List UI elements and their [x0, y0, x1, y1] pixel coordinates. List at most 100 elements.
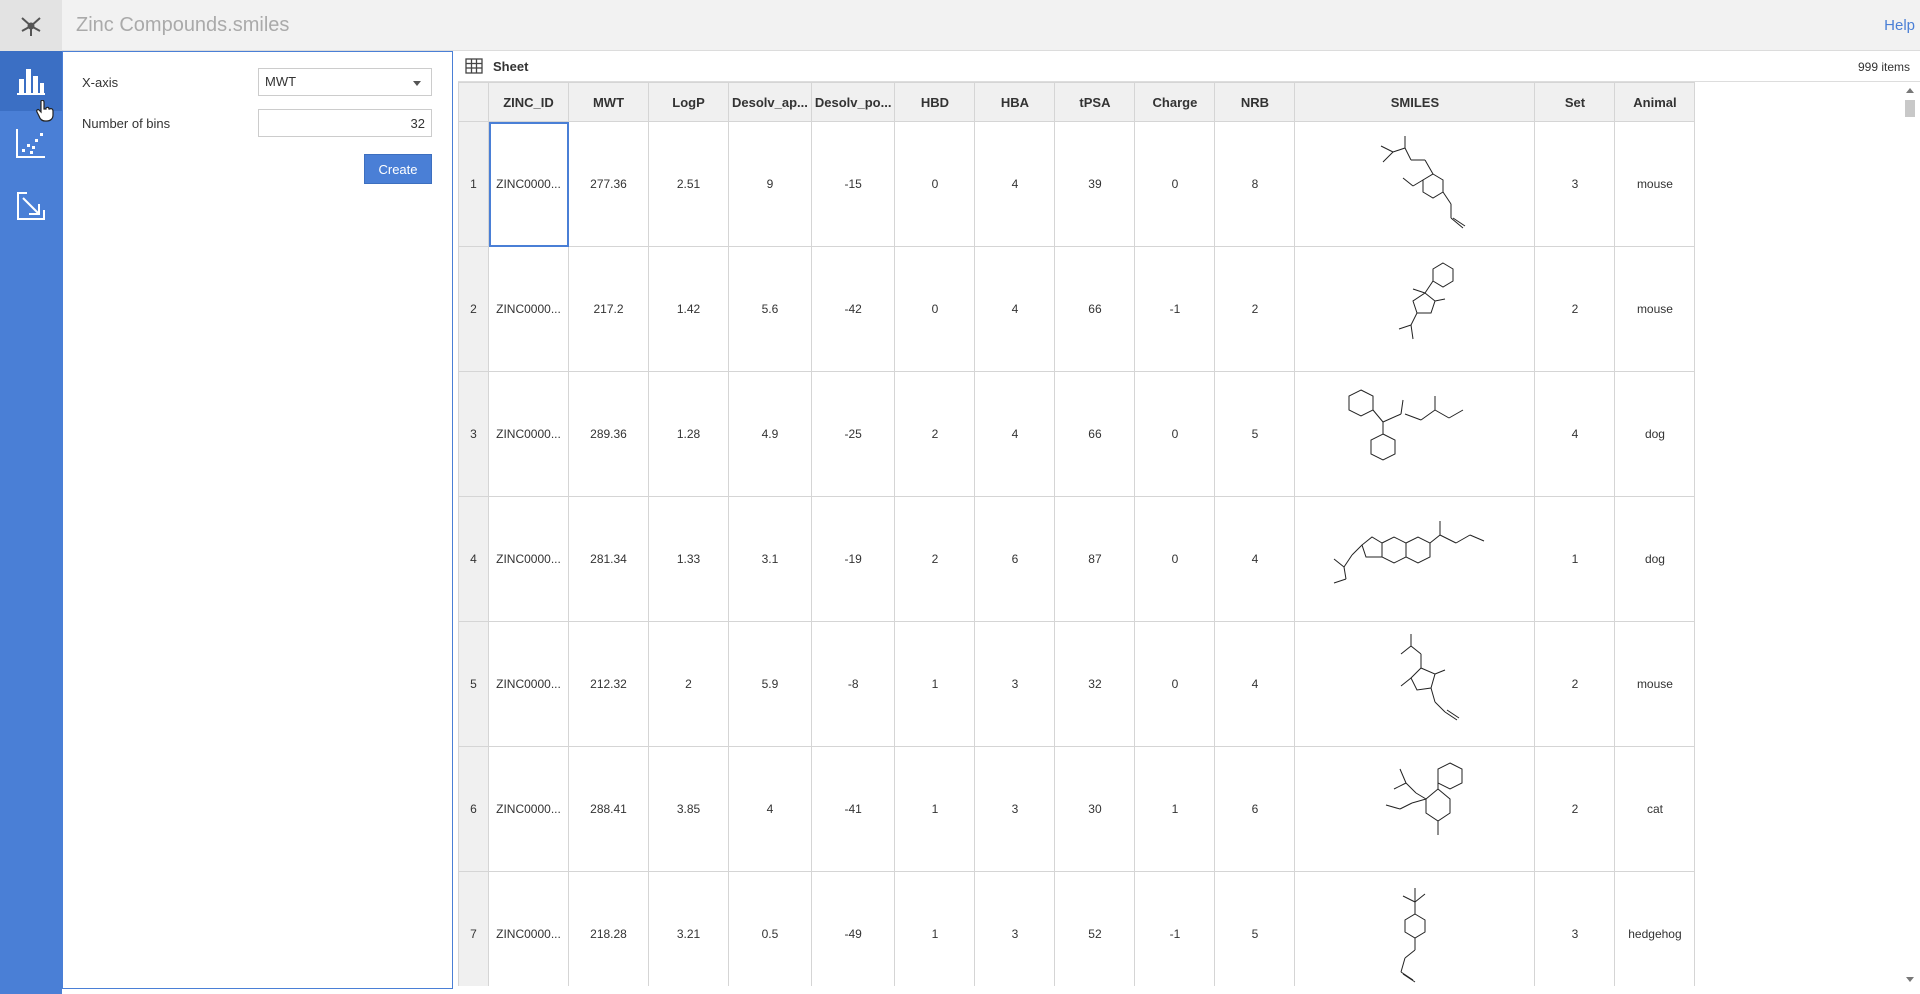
cell-desolv-ap[interactable]: 5.6 [728, 246, 812, 372]
cell-smiles-structure[interactable] [1294, 746, 1536, 872]
cell-hba[interactable]: 3 [974, 746, 1056, 872]
cell-hba[interactable]: 4 [974, 121, 1056, 247]
cell-smiles-structure[interactable] [1294, 121, 1536, 247]
cell-charge[interactable]: 0 [1134, 371, 1216, 497]
cell-zinc-id[interactable]: ZINC0000... [488, 246, 569, 372]
cell-smiles-structure[interactable] [1294, 496, 1536, 622]
column-header-desolv-ap[interactable]: Desolv_ap... [728, 82, 812, 122]
cell-animal[interactable]: hedgehog [1614, 871, 1696, 986]
cell-logp[interactable]: 1.33 [648, 496, 729, 622]
column-header-hba[interactable]: HBA [974, 82, 1056, 122]
cell-logp[interactable]: 1.28 [648, 371, 729, 497]
cell-desolv-po[interactable]: -41 [810, 746, 896, 872]
cell-desolv-po[interactable]: -15 [810, 121, 896, 247]
cell-hbd[interactable]: 0 [894, 121, 976, 247]
column-header-logp[interactable]: LogP [648, 82, 729, 122]
cell-nrb[interactable]: 5 [1214, 371, 1296, 497]
cell-zinc-id[interactable]: ZINC0000... [488, 371, 569, 497]
cell-zinc-id[interactable]: ZINC0000... [488, 496, 569, 622]
cell-charge[interactable]: -1 [1134, 246, 1216, 372]
cell-set[interactable]: 3 [1534, 121, 1616, 247]
cell-desolv-ap[interactable]: 4.9 [728, 371, 812, 497]
cell-tpsa[interactable]: 66 [1054, 371, 1136, 497]
row-number[interactable]: 5 [458, 621, 489, 747]
column-header-charge[interactable]: Charge [1134, 82, 1216, 122]
column-header-hbd[interactable]: HBD [894, 82, 976, 122]
corner-cell[interactable] [458, 82, 489, 122]
cell-zinc-id[interactable]: ZINC0000... [488, 746, 569, 872]
cell-hbd[interactable]: 1 [894, 871, 976, 986]
scatter-plot-button[interactable] [0, 113, 62, 173]
cell-mwt[interactable]: 281.34 [568, 496, 649, 622]
column-header-animal[interactable]: Animal [1614, 82, 1696, 122]
export-button[interactable] [0, 176, 62, 236]
cell-nrb[interactable]: 5 [1214, 871, 1296, 986]
data-grid[interactable]: ZINC_ID MWT LogP Desolv_ap... Desolv_po.… [458, 82, 1900, 986]
xaxis-select[interactable]: MWT [258, 68, 432, 96]
cell-logp[interactable]: 2 [648, 621, 729, 747]
cell-hbd[interactable]: 1 [894, 621, 976, 747]
cell-desolv-po[interactable]: -42 [810, 246, 896, 372]
cell-smiles-structure[interactable] [1294, 621, 1536, 747]
cell-desolv-po[interactable]: -8 [810, 621, 896, 747]
vertical-scrollbar[interactable] [1900, 82, 1920, 986]
cell-hba[interactable]: 6 [974, 496, 1056, 622]
cell-smiles-structure[interactable] [1294, 246, 1536, 372]
column-header-smiles[interactable]: SMILES [1294, 82, 1536, 122]
help-link[interactable]: Help [1884, 17, 1915, 34]
cell-charge[interactable]: 0 [1134, 621, 1216, 747]
cell-tpsa[interactable]: 66 [1054, 246, 1136, 372]
cell-desolv-ap[interactable]: 5.9 [728, 621, 812, 747]
cell-mwt[interactable]: 218.28 [568, 871, 649, 986]
cell-animal[interactable]: dog [1614, 496, 1696, 622]
cell-mwt[interactable]: 288.41 [568, 746, 649, 872]
row-number[interactable]: 4 [458, 496, 489, 622]
row-number[interactable]: 6 [458, 746, 489, 872]
cell-desolv-ap[interactable]: 4 [728, 746, 812, 872]
cell-hbd[interactable]: 1 [894, 746, 976, 872]
column-header-nrb[interactable]: NRB [1214, 82, 1296, 122]
row-number[interactable]: 1 [458, 121, 489, 247]
cell-set[interactable]: 2 [1534, 746, 1616, 872]
cell-nrb[interactable]: 8 [1214, 121, 1296, 247]
cell-animal[interactable]: cat [1614, 746, 1696, 872]
column-header-desolv-po[interactable]: Desolv_po... [810, 82, 896, 122]
cell-hbd[interactable]: 2 [894, 496, 976, 622]
column-header-zinc-id[interactable]: ZINC_ID [488, 82, 569, 122]
cell-charge[interactable]: -1 [1134, 871, 1216, 986]
cell-mwt[interactable]: 289.36 [568, 371, 649, 497]
cell-animal[interactable]: mouse [1614, 121, 1696, 247]
cell-set[interactable]: 2 [1534, 621, 1616, 747]
cell-zinc-id[interactable]: ZINC0000... [488, 621, 569, 747]
cell-mwt[interactable]: 277.36 [568, 121, 649, 247]
scroll-up-arrow-icon[interactable] [1906, 88, 1914, 93]
row-number[interactable]: 3 [458, 371, 489, 497]
cell-mwt[interactable]: 212.32 [568, 621, 649, 747]
app-logo-icon[interactable] [0, 0, 62, 51]
cell-set[interactable]: 1 [1534, 496, 1616, 622]
cell-desolv-po[interactable]: -49 [810, 871, 896, 986]
cell-hba[interactable]: 3 [974, 621, 1056, 747]
row-number[interactable]: 2 [458, 246, 489, 372]
cell-charge[interactable]: 0 [1134, 121, 1216, 247]
cell-tpsa[interactable]: 87 [1054, 496, 1136, 622]
column-header-set[interactable]: Set [1534, 82, 1616, 122]
cell-tpsa[interactable]: 39 [1054, 121, 1136, 247]
column-header-tpsa[interactable]: tPSA [1054, 82, 1136, 122]
cell-desolv-ap[interactable]: 3.1 [728, 496, 812, 622]
cell-logp[interactable]: 1.42 [648, 246, 729, 372]
cell-smiles-structure[interactable] [1294, 371, 1536, 497]
cell-mwt[interactable]: 217.2 [568, 246, 649, 372]
cell-desolv-po[interactable]: -25 [810, 371, 896, 497]
cell-charge[interactable]: 1 [1134, 746, 1216, 872]
cell-animal[interactable]: dog [1614, 371, 1696, 497]
row-number[interactable]: 7 [458, 871, 489, 986]
cell-set[interactable]: 4 [1534, 371, 1616, 497]
cell-desolv-ap[interactable]: 0.5 [728, 871, 812, 986]
cell-animal[interactable]: mouse [1614, 621, 1696, 747]
scroll-down-arrow-icon[interactable] [1906, 977, 1914, 982]
cell-nrb[interactable]: 2 [1214, 246, 1296, 372]
cell-nrb[interactable]: 4 [1214, 621, 1296, 747]
cell-charge[interactable]: 0 [1134, 496, 1216, 622]
cell-tpsa[interactable]: 30 [1054, 746, 1136, 872]
